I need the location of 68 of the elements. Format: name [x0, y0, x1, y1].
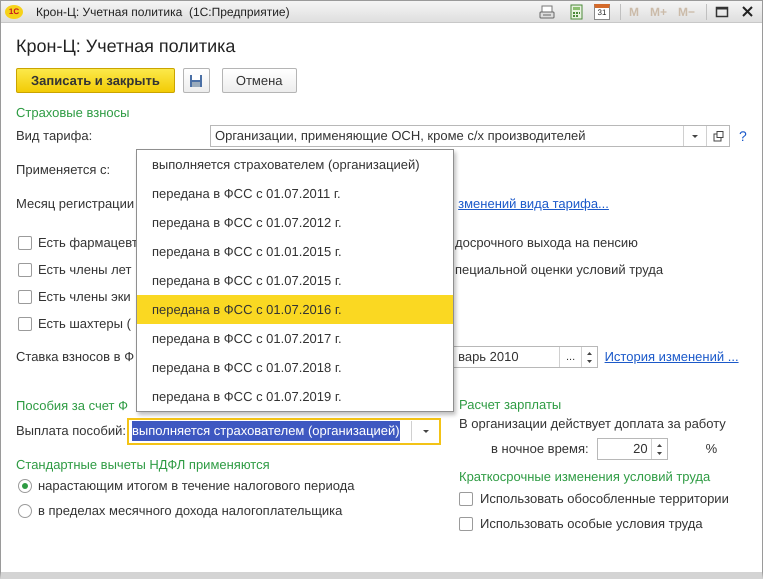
save-close-button[interactable]: Записать и закрыть	[16, 68, 175, 93]
dropdown-item[interactable]: передана в ФСС с 01.07.2015 г.	[137, 266, 453, 295]
field-value: варь 2010	[457, 348, 520, 366]
spin-arrows-icon[interactable]	[587, 352, 592, 362]
date-field[interactable]: варь 2010 ...	[454, 346, 598, 368]
radio-label: нарастающим итогом в течение налогового периода	[38, 477, 354, 496]
radio-button[interactable]	[18, 504, 32, 518]
select-button[interactable]: ...	[559, 347, 582, 367]
calendar-icon[interactable]: 31	[594, 4, 610, 20]
close-icon[interactable]	[741, 5, 754, 18]
dropdown-item[interactable]: передана в ФСС с 01.07.2018 г.	[137, 353, 453, 382]
field-label: Месяц регистрации	[16, 195, 134, 214]
dropdown-item[interactable]: выполняется страхователем (организацией)	[137, 150, 453, 179]
checkbox-label: Есть шахтеры (	[38, 314, 132, 333]
section-heading: Пособия за счет Ф	[16, 397, 128, 415]
checkbox[interactable]	[18, 236, 32, 250]
section-heading: Страховые взносы	[16, 104, 130, 122]
checkbox-label: досрочного выхода на пенсию	[455, 234, 638, 252]
number-field[interactable]: 20	[596, 438, 668, 460]
checkbox-label: Использовать обособленные территории	[480, 490, 729, 508]
description-text: В организации действует доплата за работу	[459, 415, 727, 433]
checkbox-label: Есть члены эки	[38, 288, 132, 306]
section-heading: Краткосрочные изменения условий труда	[459, 468, 712, 486]
payment-select[interactable]: выполняется страхователем (организацией)	[127, 418, 441, 444]
section-heading: Стандартные вычеты НДФЛ применяются	[16, 456, 271, 474]
checkbox[interactable]	[459, 492, 473, 506]
tariff-select[interactable]: Организации, применяющие ОСН, кроме с/х производителей	[210, 125, 730, 147]
open-icon[interactable]	[712, 130, 724, 142]
field-label: в ночное время:	[491, 440, 589, 458]
checkbox-label: Есть члены лет	[38, 260, 132, 279]
field-label: Ставка взносов в Ф	[16, 348, 134, 366]
checkbox-label: Использовать особые условия труда	[480, 514, 703, 533]
window-title: Крон-Ц: Учетная политика (1С:Предприятие)	[36, 4, 290, 20]
maximize-icon[interactable]	[715, 4, 729, 18]
dropdown-item[interactable]: передана в ФСС с 01.07.2017 г.	[137, 324, 453, 353]
printer-icon[interactable]	[538, 4, 555, 20]
unit-label: %	[706, 440, 718, 458]
history-link[interactable]: зменений вида тарифа...	[458, 194, 609, 214]
select-value: Организации, применяющие ОСН, кроме с/х производителей	[214, 127, 587, 146]
checkbox[interactable]	[18, 262, 32, 276]
checkbox[interactable]	[18, 290, 32, 304]
form-title: Крон-Ц: Учетная политика	[16, 34, 236, 58]
checkbox[interactable]	[459, 516, 473, 530]
field-value: 20	[632, 440, 649, 458]
section-heading: Расчет зарплаты	[459, 396, 562, 414]
field-label: Выплата пособий:	[16, 422, 127, 440]
select-value: выполняется страхователем (организацией)	[132, 421, 400, 441]
checkbox-label: пециальной оценки условий труда	[455, 260, 664, 279]
app-logo: 1С	[5, 4, 23, 18]
dropdown-item[interactable]: передана в ФСС с 01.01.2015 г.	[137, 237, 453, 266]
save-button[interactable]	[182, 68, 210, 93]
dropdown-item[interactable]: передана в ФСС с 01.07.2019 г.	[137, 382, 453, 411]
caret-icon[interactable]	[692, 134, 698, 138]
field-label: Применяется с:	[16, 161, 110, 180]
caret-icon[interactable]	[422, 430, 428, 432]
radio-button[interactable]	[18, 479, 32, 493]
checkbox-label: Есть фармацевт	[38, 234, 139, 252]
radio-label: в пределах месячного дохода налогоплательщика	[38, 502, 342, 520]
spin-arrows-icon[interactable]	[656, 444, 662, 454]
history-link[interactable]: История изменений ...	[604, 347, 739, 367]
checkbox[interactable]	[18, 316, 32, 330]
dropdown-item[interactable]: передана в ФСС с 01.07.2016 г.	[137, 295, 453, 324]
dropdown-item[interactable]: передана в ФСС с 01.07.2011 г.	[137, 179, 453, 208]
calculator-icon[interactable]	[568, 4, 585, 20]
field-label: Вид тарифа:	[16, 127, 94, 146]
help-link[interactable]: ?	[739, 126, 747, 146]
dropdown-item[interactable]: передана в ФСС с 01.07.2012 г.	[137, 208, 453, 237]
cancel-button[interactable]: Отмена	[222, 68, 296, 93]
